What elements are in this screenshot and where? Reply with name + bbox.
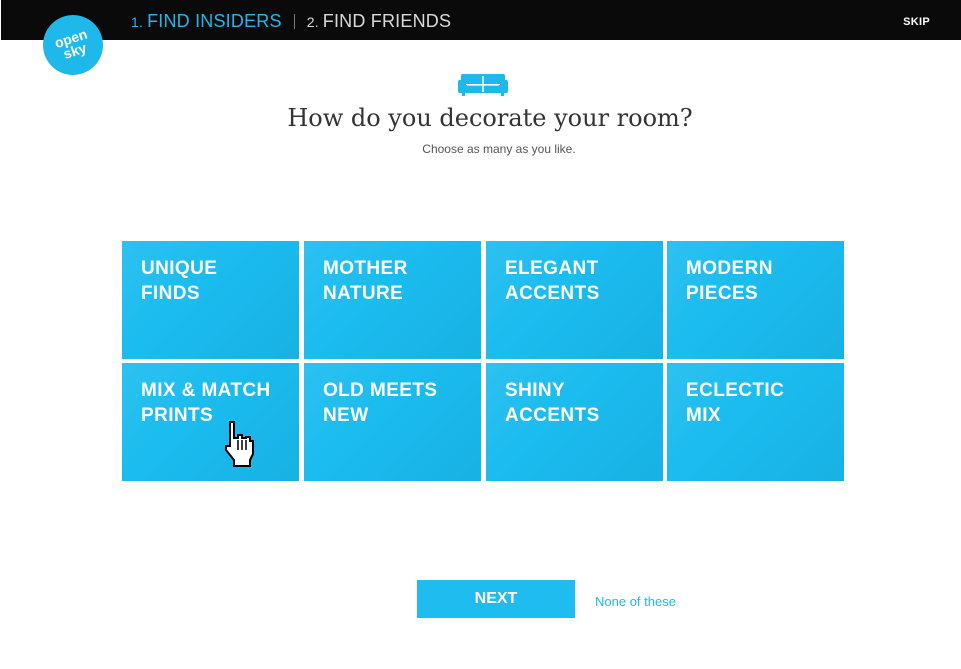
tile-shiny-accents[interactable]: SHINY ACCENTS	[486, 363, 663, 481]
page-subtitle: Choose as many as you like.	[422, 142, 576, 156]
step-find-insiders[interactable]: 1. FIND INSIDERS	[131, 11, 282, 32]
tile-elegant-accents[interactable]: ELEGANT ACCENTS	[486, 241, 663, 359]
tile-mother-nature[interactable]: MOTHER NATURE	[304, 241, 481, 359]
tile-modern-pieces[interactable]: MODERN PIECES	[667, 241, 844, 359]
sofa-icon	[458, 74, 508, 96]
step-indicator: 1. FIND INSIDERS 2. FIND FRIENDS	[131, 11, 451, 32]
hand-pointer-icon	[225, 421, 254, 467]
top-bar: 1. FIND INSIDERS 2. FIND FRIENDS SKIP	[1, 0, 961, 40]
next-button[interactable]: NEXT	[417, 580, 575, 618]
page-title: How do you decorate your room?	[287, 104, 693, 132]
step-find-friends[interactable]: 2. FIND FRIENDS	[307, 11, 451, 32]
skip-link[interactable]: SKIP	[903, 16, 930, 28]
none-of-these-link[interactable]: None of these	[595, 594, 676, 609]
tile-unique-finds[interactable]: UNIQUE FINDS	[122, 241, 299, 359]
step-divider	[293, 14, 295, 29]
tile-mix-match-prints[interactable]: MIX & MATCH PRINTS	[122, 363, 299, 481]
tile-old-meets-new[interactable]: OLD MEETS NEW	[304, 363, 481, 481]
tile-eclectic-mix[interactable]: ECLECTIC MIX	[667, 363, 844, 481]
